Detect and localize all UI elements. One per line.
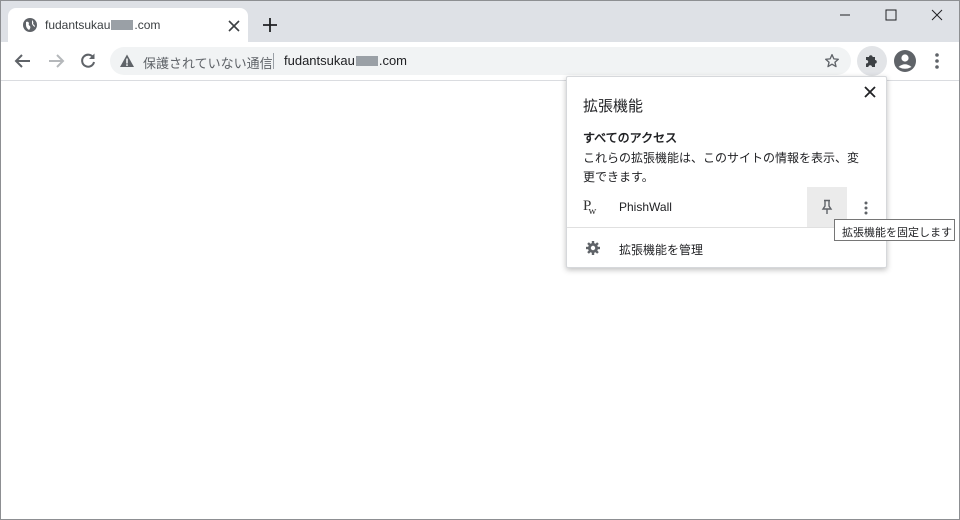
extensions-button[interactable]	[857, 46, 887, 76]
phishwall-icon: Pw	[583, 198, 596, 217]
gear-icon	[585, 240, 601, 256]
tab-strip: fudantsukau .com	[0, 0, 960, 42]
back-icon[interactable]	[12, 50, 34, 72]
extension-more-icon[interactable]	[861, 199, 871, 217]
minimize-button[interactable]	[822, 6, 868, 26]
manage-extensions-label[interactable]: 拡張機能を管理	[619, 241, 703, 258]
account-icon[interactable]	[893, 49, 917, 73]
puzzle-icon	[866, 55, 877, 67]
star-icon[interactable]	[824, 53, 840, 69]
kebab-icon[interactable]	[930, 51, 944, 71]
section-description: これらの拡張機能は、このサイトの情報を表示、変更できます。	[583, 151, 860, 184]
globe-icon	[22, 17, 38, 33]
section-heading: すべてのアクセス	[583, 131, 678, 145]
maximize-button[interactable]	[868, 6, 914, 26]
pin-tooltip: 拡張機能を固定します	[834, 219, 955, 241]
forward-icon[interactable]	[45, 50, 67, 72]
redacted-text	[355, 56, 378, 66]
close-tab-icon[interactable]	[227, 18, 241, 32]
omnibox-divider	[273, 53, 274, 69]
reload-icon[interactable]	[77, 50, 99, 72]
security-status-text[interactable]: 保護されていない通信	[143, 53, 273, 72]
url-text[interactable]: fudantsukau .com	[284, 53, 407, 68]
new-tab-icon[interactable]	[262, 17, 278, 33]
address-bar[interactable]: 保護されていない通信 fudantsukau .com	[110, 47, 851, 75]
redacted-text	[111, 20, 134, 30]
tab-title: fudantsukau .com	[45, 18, 161, 32]
warning-icon[interactable]	[119, 53, 135, 69]
popup-title: 拡張機能	[583, 97, 644, 115]
close-window-button[interactable]	[914, 6, 960, 26]
active-tab[interactable]: fudantsukau .com	[8, 8, 248, 42]
close-icon[interactable]	[863, 84, 877, 98]
extension-name[interactable]: PhishWall	[619, 200, 672, 214]
pin-icon	[821, 199, 833, 214]
